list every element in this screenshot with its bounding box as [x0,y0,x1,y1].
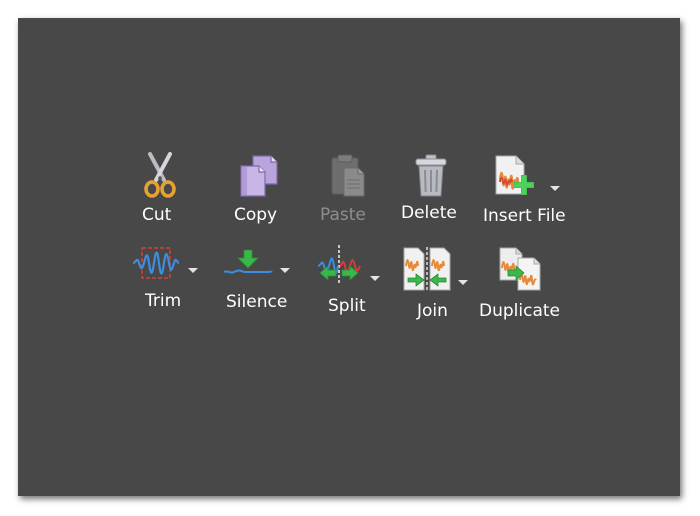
join-dropdown-arrow[interactable] [458,280,468,285]
duplicate-button[interactable]: Duplicate [478,246,566,322]
silence-label: Silence [226,292,288,312]
toolbar-panel: Cut Copy Paste Delete Insert File Trim S… [18,18,680,496]
copy-icon [240,155,278,197]
delete-button[interactable]: Delete [400,152,462,228]
insert-file-label: Insert File [483,206,566,226]
split-label: Split [328,296,366,316]
silence-icon [223,249,273,274]
insert-file-button[interactable]: Insert File [482,152,592,228]
paste-button[interactable]: Paste [318,152,374,228]
trim-button[interactable]: Trim [130,246,204,316]
split-button[interactable]: Split [314,244,384,320]
delete-label: Delete [401,203,457,223]
copy-label: Copy [234,205,278,225]
trim-waveform-icon [132,247,180,279]
join-label: Join [417,301,448,321]
insert-file-icon [495,155,534,195]
clipboard-icon [331,154,365,197]
cut-button[interactable]: Cut [136,152,184,228]
silence-dropdown-arrow[interactable] [280,268,290,273]
split-icon [317,245,361,285]
scissors-icon [144,152,176,198]
trim-label: Trim [145,291,182,311]
paste-label: Paste [320,205,366,225]
split-dropdown-arrow[interactable] [370,276,380,281]
copy-button[interactable]: Copy [232,152,284,228]
trash-icon [415,154,447,197]
duplicate-label: Duplicate [479,301,560,321]
insert-file-dropdown-arrow[interactable] [550,186,560,191]
duplicate-icon [499,247,541,291]
trim-dropdown-arrow[interactable] [188,268,198,273]
join-button[interactable]: Join [400,246,472,322]
cut-label: Cut [142,205,172,225]
silence-button[interactable]: Silence [222,246,298,316]
join-icon [403,247,451,292]
